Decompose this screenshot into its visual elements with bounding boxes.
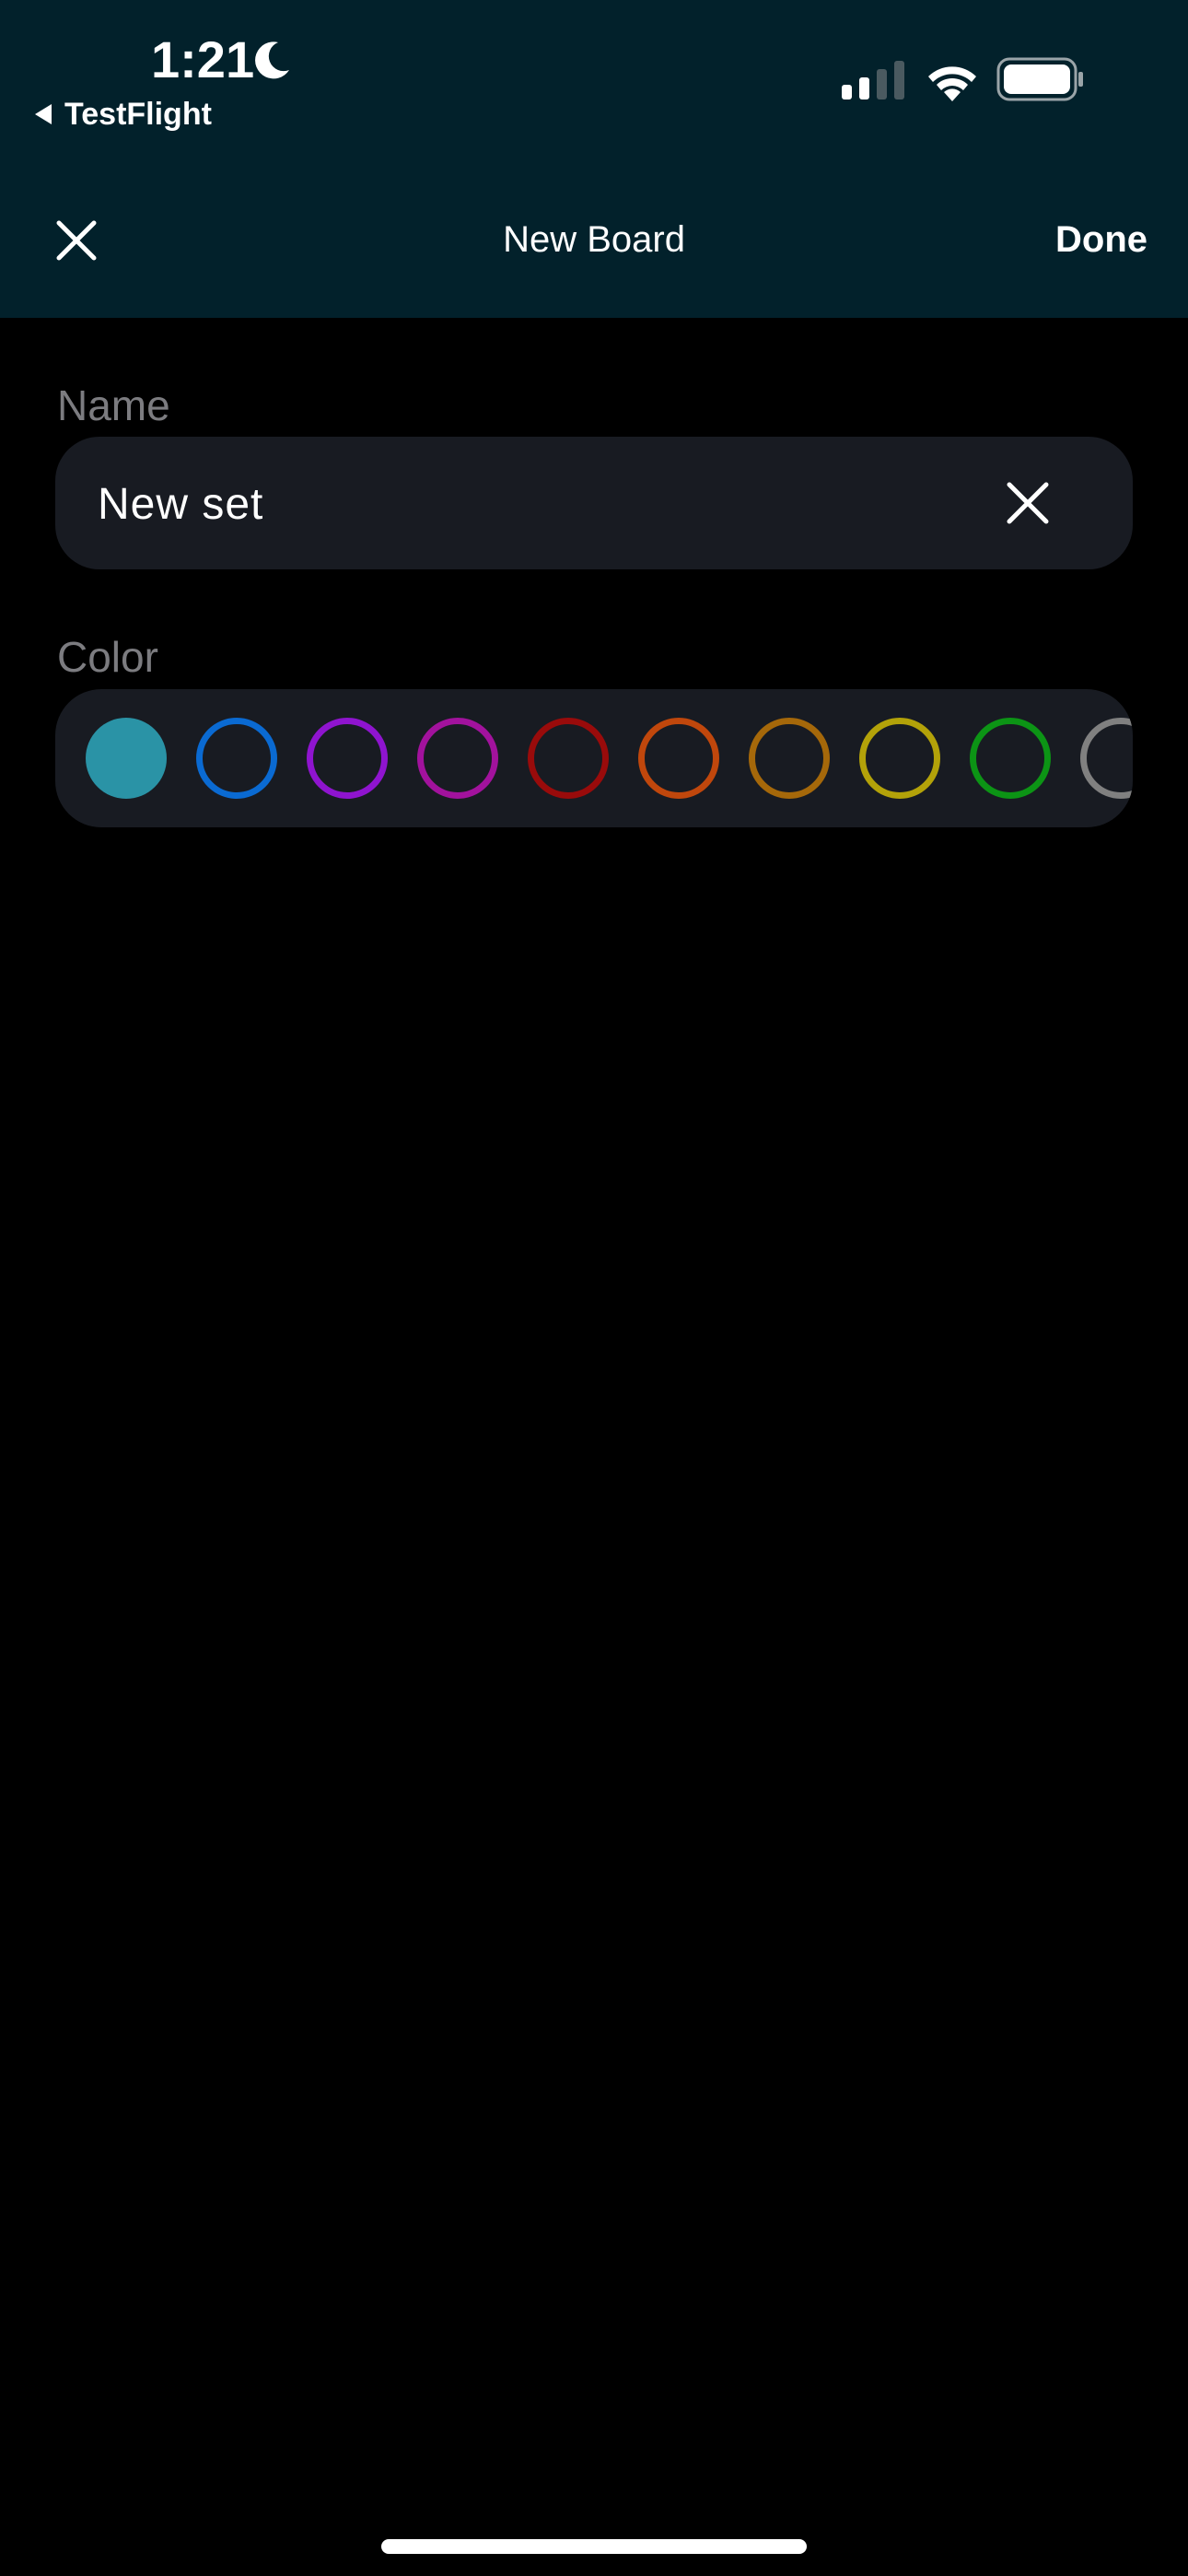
moon-icon <box>255 41 289 79</box>
back-arrow-icon <box>35 104 52 124</box>
name-label: Name <box>57 381 170 429</box>
done-button[interactable]: Done <box>1055 214 1147 265</box>
status-time: 1:21 <box>151 30 255 88</box>
color-picker <box>55 689 1133 827</box>
color-swatch-magenta[interactable] <box>417 718 498 799</box>
home-indicator[interactable] <box>381 2539 807 2554</box>
back-app-label: TestFlight <box>64 97 212 132</box>
new-board-screen: 1:21 TestFlight New Board Done Name New … <box>0 0 1188 2576</box>
back-to-app-button[interactable]: TestFlight <box>35 94 212 135</box>
color-swatch-amber[interactable] <box>749 718 830 799</box>
color-label: Color <box>57 633 158 681</box>
name-input[interactable] <box>98 477 926 533</box>
clear-text-icon[interactable] <box>1004 479 1052 527</box>
cellular-signal-icon <box>842 61 904 100</box>
name-field <box>55 437 1133 569</box>
page-title: New Board <box>503 219 685 260</box>
color-swatch-teal[interactable] <box>86 718 167 799</box>
close-icon[interactable] <box>55 219 98 262</box>
wifi-icon <box>928 66 976 101</box>
color-swatch-purple[interactable] <box>307 718 388 799</box>
color-swatch-blue[interactable] <box>196 718 277 799</box>
battery-icon <box>996 57 1083 101</box>
header: 1:21 TestFlight New Board Done <box>0 0 1188 318</box>
color-swatch-green[interactable] <box>970 718 1051 799</box>
color-swatch-red[interactable] <box>528 718 609 799</box>
color-swatch-gray[interactable] <box>1080 718 1133 799</box>
color-swatch-orange[interactable] <box>638 718 719 799</box>
color-swatch-yellow[interactable] <box>859 718 940 799</box>
